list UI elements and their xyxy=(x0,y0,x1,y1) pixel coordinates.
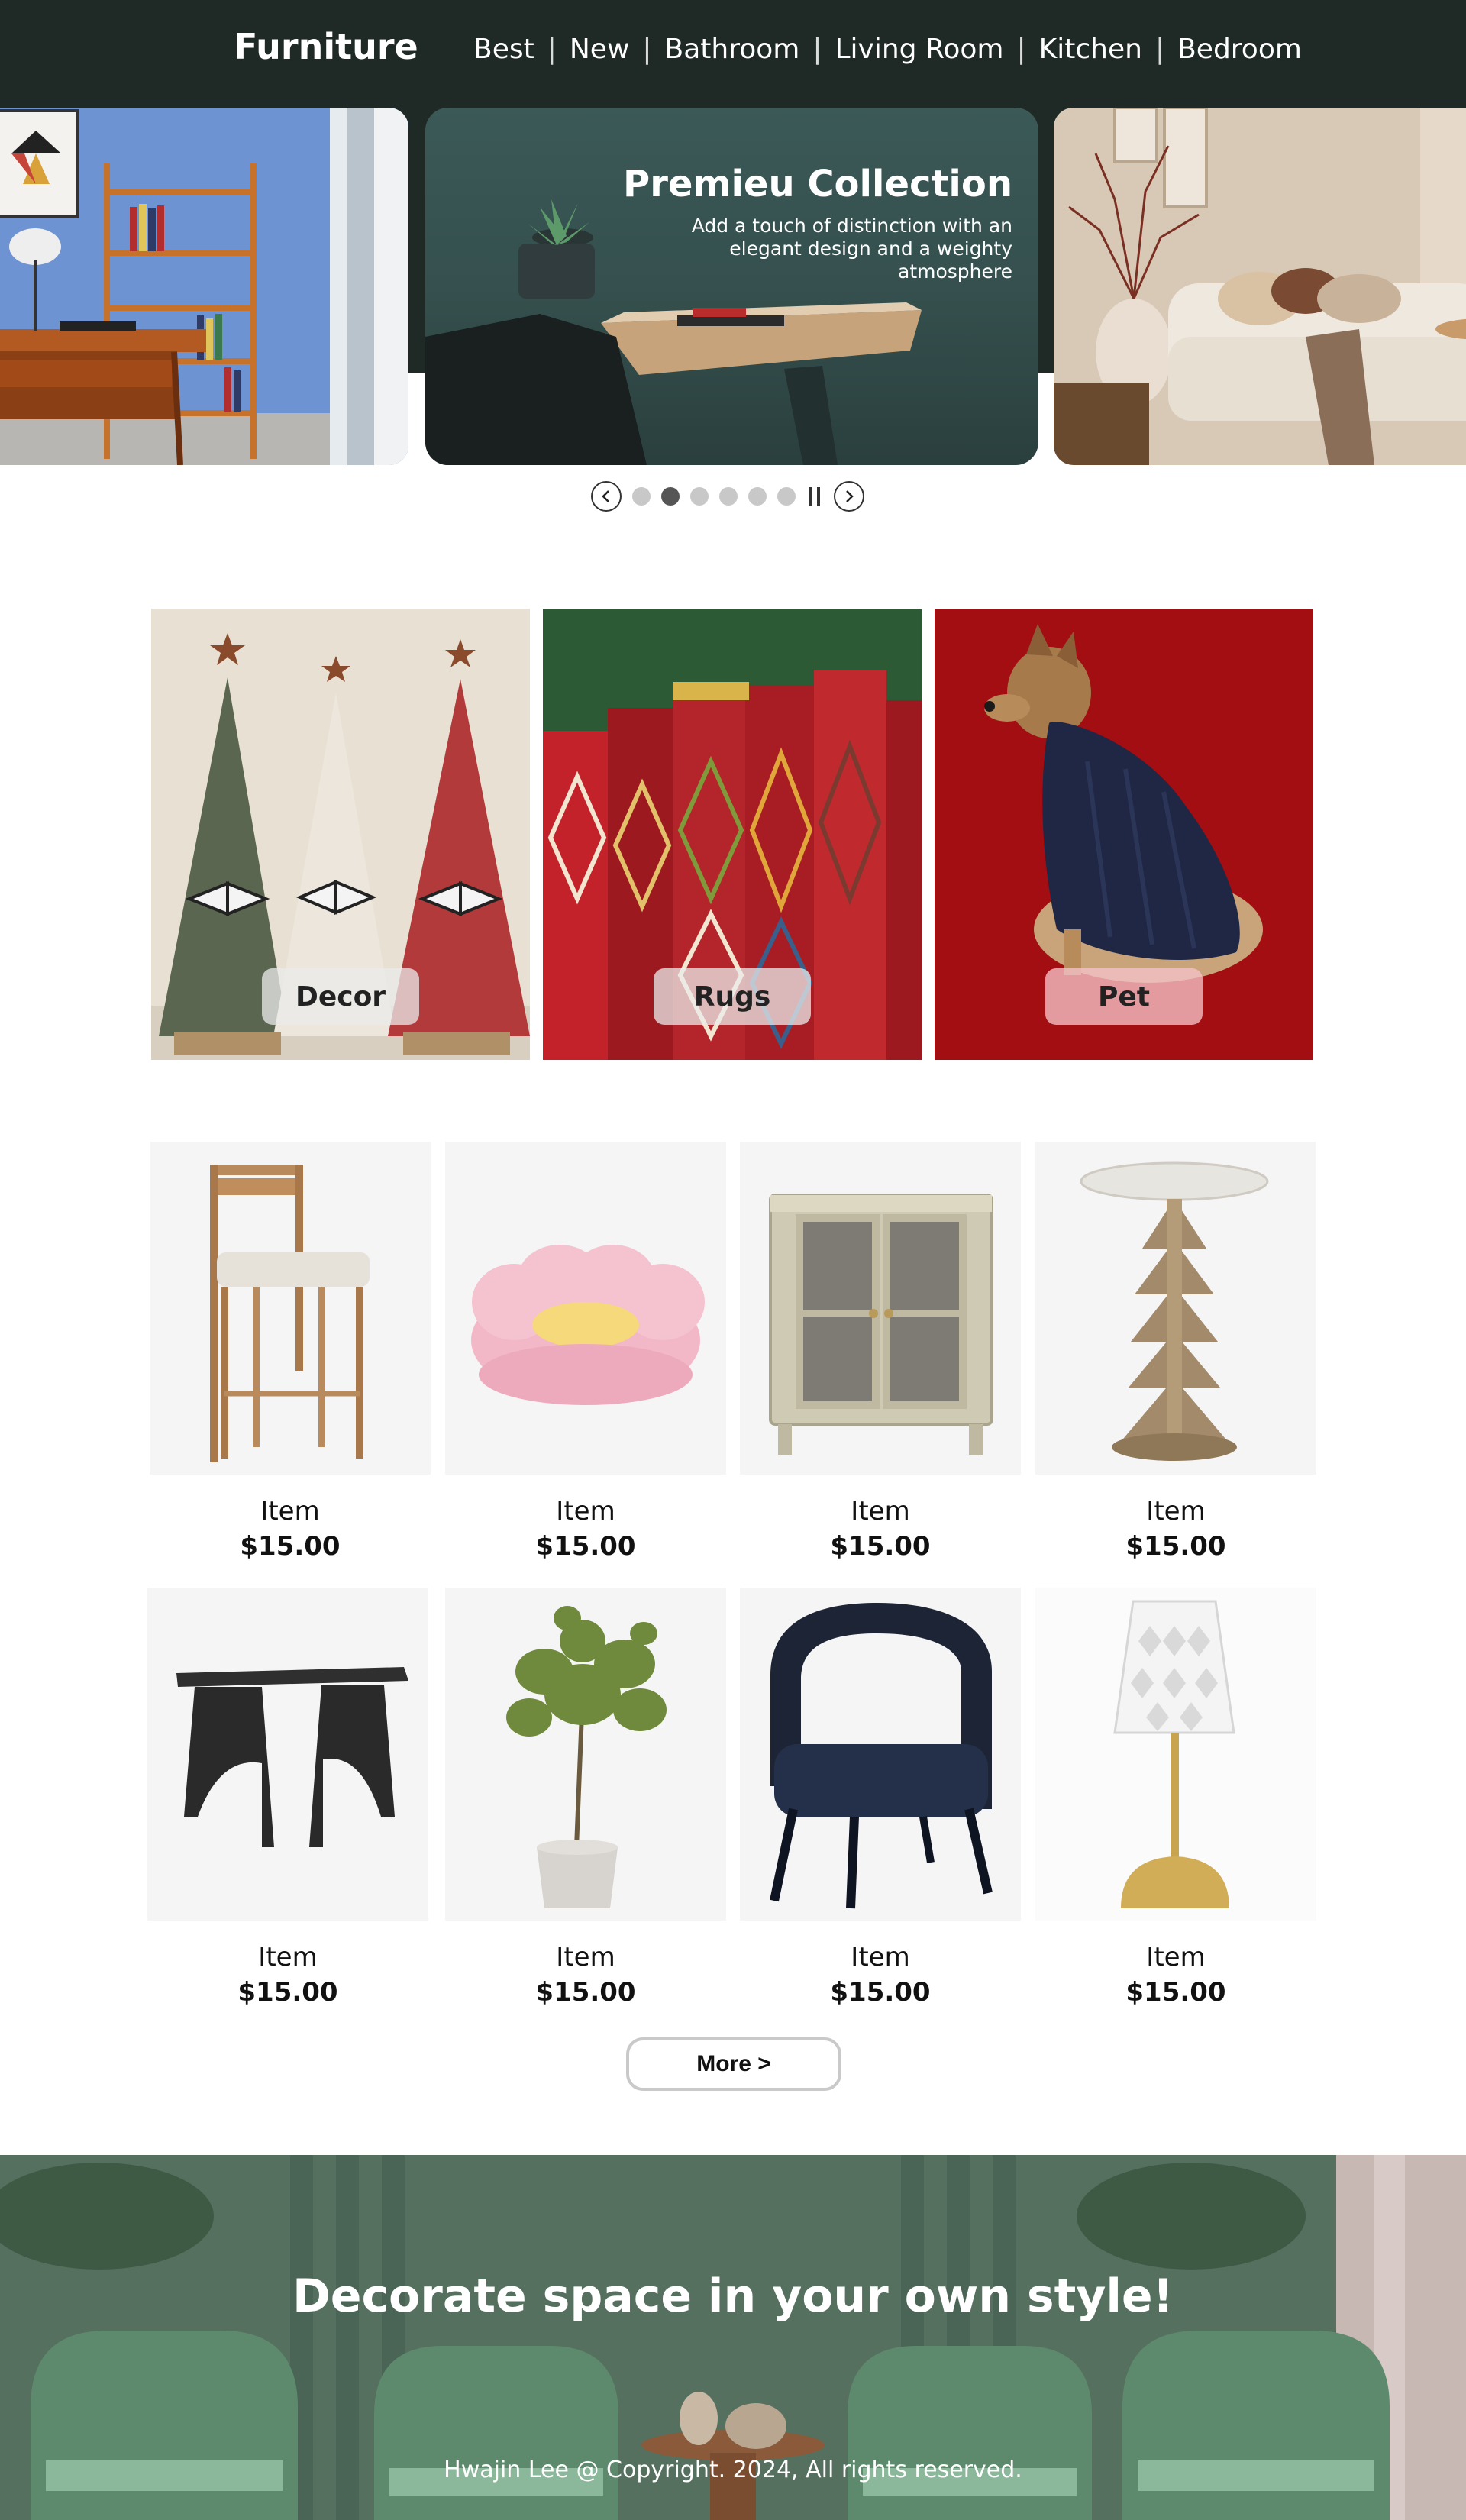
living-room-sofa-image xyxy=(1054,108,1466,465)
carousel-dot[interactable] xyxy=(690,487,709,506)
product-card[interactable]: Item $15.00 xyxy=(147,1588,428,2008)
nav-link-bedroom[interactable]: Bedroom xyxy=(1177,34,1302,65)
product-name: Item xyxy=(1146,1496,1206,1527)
product-price: $15.00 xyxy=(1125,1977,1226,2008)
hero-subtitle: Add a touch of distinction with an elega… xyxy=(691,215,1012,283)
nav-separator: | xyxy=(812,34,822,65)
product-name: Item xyxy=(260,1496,320,1527)
product-card[interactable]: Item $15.00 xyxy=(150,1142,431,1562)
product-name: Item xyxy=(258,1942,318,1972)
product-price: $15.00 xyxy=(535,1977,636,2008)
product-image-cabinet xyxy=(740,1142,1021,1475)
product-image-table-lamp xyxy=(1035,1588,1316,1921)
product-image-side-table xyxy=(1035,1142,1316,1475)
product-name: Item xyxy=(851,1496,910,1527)
dining-table-image xyxy=(425,199,922,465)
more-button[interactable]: More > xyxy=(626,2037,841,2091)
product-card[interactable]: Item $15.00 xyxy=(740,1588,1021,2008)
product-card[interactable]: Item $15.00 xyxy=(1035,1142,1316,1562)
carousel-dot[interactable] xyxy=(748,487,767,506)
product-image-bar-stool xyxy=(150,1142,431,1475)
nav-link-kitchen[interactable]: Kitchen xyxy=(1039,34,1142,65)
pause-icon[interactable] xyxy=(806,486,823,507)
category-card-rugs[interactable]: Rugs xyxy=(543,609,922,1060)
product-card[interactable]: Item $15.00 xyxy=(445,1142,726,1562)
product-price: $15.00 xyxy=(535,1531,636,1562)
nav-link-bathroom[interactable]: Bathroom xyxy=(665,34,800,65)
product-name: Item xyxy=(556,1942,615,1972)
blue-study-room-image xyxy=(0,108,408,465)
hero-title: Premieu Collection xyxy=(623,163,1012,205)
carousel-dot[interactable] xyxy=(777,487,796,506)
category-card-decor[interactable]: Decor xyxy=(151,609,530,1060)
nav-separator: | xyxy=(547,34,557,65)
carousel-slide-active[interactable]: Premieu Collection Add a touch of distin… xyxy=(425,108,1038,465)
site-footer: Decorate space in your own style! Hwajin… xyxy=(0,2155,1466,2520)
category-label-decor[interactable]: Decor xyxy=(262,968,419,1025)
carousel-controls xyxy=(591,481,864,512)
footer-copyright: Hwajin Lee @ Copyright. 2024, All rights… xyxy=(444,2457,1022,2483)
site-header: Furniture Best | New | Bathroom | Living… xyxy=(0,0,1466,108)
product-name: Item xyxy=(1146,1942,1206,1972)
nav-link-new[interactable]: New xyxy=(570,34,630,65)
product-image-velvet-chair xyxy=(740,1588,1021,1921)
product-card[interactable]: Item $15.00 xyxy=(740,1142,1021,1562)
category-card-pet[interactable]: Pet xyxy=(935,609,1313,1060)
nav-separator: | xyxy=(1016,34,1026,65)
product-image-potted-tree xyxy=(445,1588,726,1921)
main-nav: Best | New | Bathroom | Living Room | Ki… xyxy=(473,34,1302,65)
product-price: $15.00 xyxy=(237,1977,338,2008)
chevron-left-icon[interactable] xyxy=(591,481,622,512)
category-label-pet[interactable]: Pet xyxy=(1045,968,1203,1025)
product-price: $15.00 xyxy=(1125,1531,1226,1562)
chevron-right-icon[interactable] xyxy=(834,481,864,512)
carousel-dot[interactable] xyxy=(632,487,651,506)
category-label-rugs[interactable]: Rugs xyxy=(654,968,811,1025)
nav-separator: | xyxy=(642,34,652,65)
product-name: Item xyxy=(851,1942,910,1972)
carousel-dot[interactable] xyxy=(719,487,738,506)
carousel-dot[interactable] xyxy=(661,487,680,506)
product-price: $15.00 xyxy=(830,1977,931,2008)
site-logo[interactable]: Furniture xyxy=(234,26,418,67)
carousel-dots xyxy=(632,487,796,506)
nav-link-living-room[interactable]: Living Room xyxy=(835,34,1004,65)
nav-separator: | xyxy=(1154,34,1165,65)
product-name: Item xyxy=(556,1496,615,1527)
carousel-slide-previous[interactable] xyxy=(0,108,408,465)
product-image-console-desk xyxy=(147,1588,428,1921)
product-card[interactable]: Item $15.00 xyxy=(1035,1588,1316,2008)
product-price: $15.00 xyxy=(830,1531,931,1562)
product-image-pink-pouf xyxy=(445,1142,726,1475)
nav-link-best[interactable]: Best xyxy=(473,34,534,65)
product-card[interactable]: Item $15.00 xyxy=(445,1588,726,2008)
product-price: $15.00 xyxy=(240,1531,341,1562)
carousel-slide-next[interactable] xyxy=(1054,108,1466,465)
footer-tagline: Decorate space in your own style! xyxy=(292,2270,1174,2323)
